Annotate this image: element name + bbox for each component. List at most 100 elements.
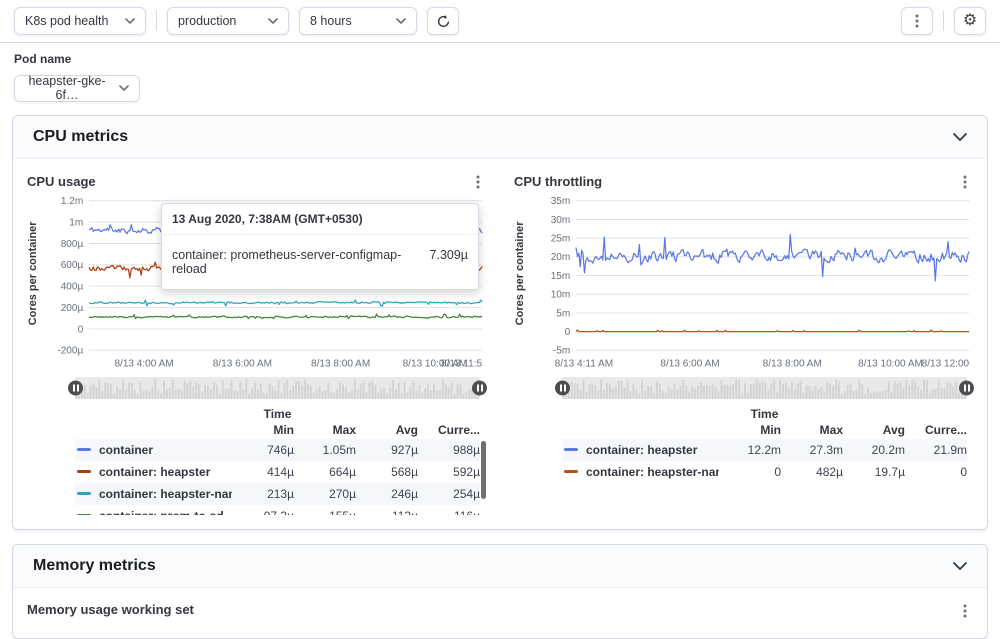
brush-waveform-bar bbox=[371, 380, 373, 399]
brush-waveform-bar bbox=[116, 387, 118, 399]
toolbar-divider bbox=[943, 11, 944, 31]
brush-waveform-bar bbox=[656, 381, 658, 399]
brush-waveform-bar bbox=[944, 388, 946, 399]
brush-waveform-bar bbox=[407, 392, 409, 399]
brush-waveform-bar bbox=[410, 386, 412, 399]
legend-row[interactable]: container: heapster-nanny0482µ19.7µ0 bbox=[562, 461, 967, 483]
legend-row[interactable]: container: prom-to-sd97.3µ155µ113µ116µ bbox=[75, 505, 480, 515]
legend-row[interactable]: container: heapster414µ664µ568µ592µ bbox=[75, 461, 480, 483]
legend-stat-value: 20.2m bbox=[843, 443, 905, 457]
chevron-down-icon bbox=[953, 562, 967, 570]
brush-waveform-bar bbox=[101, 390, 103, 398]
brush-waveform-bar bbox=[389, 388, 391, 399]
brush-waveform-bar bbox=[905, 380, 907, 399]
brush-waveform-bar bbox=[157, 390, 159, 399]
legend-stat-value: 113µ bbox=[356, 509, 418, 515]
brush-handle-left[interactable] bbox=[68, 380, 83, 395]
brush-waveform-bar bbox=[301, 385, 303, 399]
series-swatch bbox=[77, 514, 91, 515]
memory-usage-working-set-title: Memory usage working set bbox=[27, 602, 194, 617]
dashboard-select[interactable]: K8s pod health bbox=[14, 7, 146, 35]
memory-metrics-accordion-header[interactable]: Memory metrics bbox=[13, 545, 987, 588]
x-tick-label: 8/13 12:00 bbox=[922, 358, 970, 369]
brush-waveform-bar bbox=[442, 379, 444, 399]
brush-waveform-bar bbox=[90, 385, 92, 399]
brush-waveform-bar bbox=[720, 380, 722, 399]
brush-waveform-bar bbox=[366, 392, 368, 399]
brush-waveform-bar bbox=[847, 385, 849, 399]
legend-row[interactable]: container: heapster12.2m27.3m20.2m21.9m bbox=[562, 439, 967, 461]
brush-waveform-bar bbox=[222, 380, 224, 399]
series-swatch bbox=[77, 492, 91, 495]
brush-waveform-bar bbox=[313, 392, 315, 399]
brush-waveform-bar bbox=[236, 391, 238, 399]
refresh-icon bbox=[436, 14, 451, 29]
brush-waveform-bar bbox=[454, 393, 456, 399]
brush-waveform-bar bbox=[324, 390, 326, 399]
namespace-select[interactable]: production bbox=[167, 7, 289, 35]
x-axis-title: Time bbox=[562, 407, 967, 421]
brush-waveform-bar bbox=[251, 389, 253, 399]
brush-waveform-bar bbox=[861, 384, 863, 399]
legend-stat-value: 12.2m bbox=[719, 443, 781, 457]
brush-waveform-bar bbox=[401, 393, 403, 399]
brush-waveform-bar bbox=[363, 383, 365, 399]
brush-handle-right[interactable] bbox=[959, 380, 974, 395]
legend-stat-value: 270µ bbox=[294, 487, 356, 501]
brush-waveform-bar bbox=[888, 381, 890, 398]
cpu-throttling-time-brush[interactable] bbox=[562, 377, 967, 399]
brush-waveform-bar bbox=[659, 383, 661, 399]
brush-waveform-bar bbox=[386, 393, 388, 399]
brush-handle-left[interactable] bbox=[555, 380, 570, 395]
brush-waveform-bar bbox=[647, 386, 649, 399]
brush-waveform-bar bbox=[867, 387, 869, 399]
legend-scrollbar[interactable] bbox=[481, 441, 486, 499]
brush-waveform-bar bbox=[574, 383, 576, 399]
brush-waveform-bar bbox=[685, 385, 687, 399]
y-tick-label: 15m bbox=[551, 270, 571, 281]
brush-waveform-bar bbox=[192, 386, 194, 399]
legend-row[interactable]: container746µ1.05m927µ988µ bbox=[75, 439, 480, 461]
brush-waveform-bar bbox=[838, 381, 840, 399]
brush-waveform-bar bbox=[618, 380, 620, 399]
brush-waveform-bar bbox=[697, 386, 699, 399]
brush-waveform-bar bbox=[210, 389, 212, 399]
time-range-select[interactable]: 8 hours bbox=[299, 7, 417, 35]
pod-select[interactable]: heapster-gke-6f… bbox=[14, 75, 140, 102]
brush-waveform-bar bbox=[319, 386, 321, 399]
series-name: container: heapster-nanny bbox=[586, 465, 719, 479]
cpu-throttling-chart: CPU throttling Cores per container 35m30… bbox=[514, 171, 973, 515]
brush-waveform-bar bbox=[571, 382, 573, 399]
brush-waveform-bar bbox=[104, 382, 106, 399]
options-menu-button[interactable] bbox=[901, 7, 933, 35]
cpu-throttling-line-chart[interactable]: 35m30m25m20m15m10m5m0-5m8/13 4:11 AM8/13… bbox=[530, 195, 973, 373]
legend-column-header: Min bbox=[232, 423, 294, 437]
brush-waveform-bar bbox=[814, 386, 816, 399]
cpu-throttling-options-button[interactable] bbox=[957, 173, 973, 191]
brush-waveform-bar bbox=[914, 381, 916, 398]
brush-waveform-bar bbox=[662, 391, 664, 399]
series-line bbox=[89, 300, 482, 306]
kebab-icon bbox=[963, 175, 967, 189]
brush-waveform-bar bbox=[166, 389, 168, 399]
brush-waveform-bar bbox=[938, 380, 940, 399]
cpu-usage-options-button[interactable] bbox=[470, 173, 486, 191]
brush-waveform-bar bbox=[451, 383, 453, 399]
kebab-icon bbox=[963, 604, 967, 618]
settings-button[interactable]: ⚙ bbox=[954, 7, 986, 35]
cpu-throttling-y-axis-title: Cores per container bbox=[514, 195, 530, 373]
cpu-usage-time-brush[interactable] bbox=[75, 377, 480, 399]
legend-row[interactable]: container: heapster-nanny213µ270µ246µ254… bbox=[75, 483, 480, 505]
y-tick-label: 20m bbox=[551, 252, 571, 263]
brush-waveform-bar bbox=[398, 382, 400, 399]
brush-handle-right[interactable] bbox=[472, 380, 487, 395]
brush-waveform-bar bbox=[424, 388, 426, 399]
cpu-metrics-accordion-header[interactable]: CPU metrics bbox=[13, 116, 987, 159]
memory-usage-options-button[interactable] bbox=[957, 602, 973, 620]
k8s-pod-health-dashboard: K8s pod health production 8 hours bbox=[0, 0, 1000, 639]
kebab-icon bbox=[915, 14, 919, 28]
brush-waveform-bar bbox=[225, 389, 227, 399]
tooltip-series-label: container: prometheus-server-configmap-r… bbox=[172, 248, 416, 276]
brush-waveform-bar bbox=[767, 390, 769, 399]
refresh-button[interactable] bbox=[427, 7, 459, 35]
